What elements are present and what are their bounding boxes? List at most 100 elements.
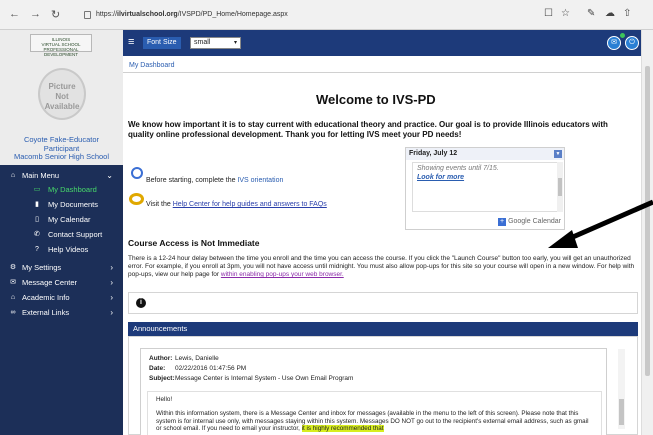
announcement-date: Date: 02/22/2016 01:47:56 PM — [149, 365, 246, 372]
announcement-subject: Subject:Message Center is Internal Syste… — [149, 375, 353, 382]
refresh-icon[interactable]: ↻ — [51, 8, 60, 21]
divider — [123, 72, 641, 73]
access-notice: There is a 12-24 hour delay between the … — [128, 255, 640, 279]
question-icon: ? — [35, 246, 39, 253]
sidebar-item-external-links[interactable]: ∞ External Links › — [0, 306, 123, 320]
chevron-right-icon: › — [110, 263, 113, 272]
announcements-panel: Author: Lewis, Danielle Date: 02/22/2016 0… — [128, 336, 638, 435]
back-icon[interactable]: ← — [9, 8, 20, 20]
sidebar-item-label: My Dashboard — [48, 185, 97, 194]
sidebar-item-academic-info[interactable]: ⌂ Academic Info › — [0, 291, 123, 305]
url-prefix: https:// — [96, 11, 118, 18]
chevron-down-icon[interactable]: ▼ — [554, 150, 562, 158]
mail-icon[interactable]: ✉ — [607, 36, 621, 50]
chevron-down-icon: ⌄ — [106, 171, 113, 180]
popup-help-link[interactable]: within enabling pop-ups your web browser… — [221, 271, 344, 278]
sidebar-item-message-center[interactable]: ✉ Message Center › — [0, 276, 123, 290]
chevron-right-icon: › — [110, 293, 113, 302]
font-size-select[interactable]: small ▾ — [190, 37, 241, 49]
plus-icon: + — [498, 218, 507, 226]
intro-text: We know how important it is to stay curr… — [128, 120, 608, 139]
reading-view-icon[interactable]: ☐ — [544, 8, 553, 19]
meta-label: Subject: — [149, 375, 175, 382]
calendar-widget: Friday, July 12 ▼ Showing events until 7… — [405, 147, 565, 230]
lifebuoy-icon — [129, 193, 144, 205]
meta-label: Author: — [149, 355, 173, 362]
sidebar-item-my-calendar[interactable]: ▯ My Calendar — [0, 213, 123, 227]
link-icon: ∞ — [10, 309, 16, 316]
user-school: Macomb Senior High School — [13, 152, 110, 161]
notification-dot — [620, 33, 625, 38]
sidebar-item-label: Academic Info — [22, 293, 70, 302]
main-navigation: ⌂ Main Menu ⌄ ▭ My Dashboard ▮ My Docume… — [0, 165, 123, 435]
announcements-header: Announcements — [128, 322, 638, 336]
sidebar-item-label: Help Videos — [48, 245, 89, 254]
page-scrollbar[interactable] — [641, 30, 653, 435]
logout-icon[interactable]: ⏻ — [625, 36, 639, 50]
message-greeting: Hello! — [156, 396, 173, 403]
orientation-text: Before starting, complete the — [146, 177, 238, 184]
announcements-scrollbar[interactable] — [618, 349, 625, 429]
calendar-header[interactable]: Friday, July 12 ▼ — [406, 148, 564, 160]
sidebar-item-my-documents[interactable]: ▮ My Documents — [0, 198, 123, 212]
avatar-text: Not — [55, 92, 69, 101]
chevron-right-icon: › — [110, 308, 113, 317]
home-icon: ⌂ — [10, 172, 16, 179]
ivs-orientation-link[interactable]: IVS orientation — [237, 177, 283, 184]
announcement-author: Author: Lewis, Danielle — [149, 355, 219, 362]
sidebar-item-main-menu[interactable]: ⌂ Main Menu ⌄ — [0, 169, 123, 183]
dashboard-icon: ▭ — [33, 186, 41, 193]
chevron-right-icon: › — [110, 278, 113, 287]
gear-icon: ⚙ — [9, 264, 17, 271]
google-calendar-button[interactable]: + Google Calendar — [498, 218, 561, 226]
info-icon: i — [136, 298, 146, 308]
page-title: Welcome to IVS-PD — [316, 92, 436, 107]
user-info: Coyote Fake-Educator Participant Macomb … — [0, 135, 123, 162]
breadcrumb[interactable]: My Dashboard — [129, 62, 175, 69]
orientation-line: Before starting, complete the IVS orient… — [146, 177, 283, 184]
announcement-card: Author: Lewis, Danielle Date: 02/22/2016 0… — [140, 348, 607, 435]
sidebar-item-help-videos[interactable]: ? Help Videos — [0, 243, 123, 257]
ivs-logo[interactable]: ILLINOIS VIRTUAL SCHOOL PROFESSIONAL DEV… — [30, 34, 92, 57]
favorite-star-icon[interactable]: ☆ — [561, 8, 570, 19]
look-for-more-link[interactable]: Look for more — [417, 173, 555, 182]
address-bar[interactable]: https://ilvirtualschool.org/IVSPD/PD_Hom… — [82, 6, 497, 24]
help-center-link[interactable]: Help Center for help guides and answers … — [173, 201, 327, 208]
info-panel: i — [128, 292, 638, 314]
sidebar-item-label: My Calendar — [48, 215, 91, 224]
scroll-thumb[interactable] — [619, 399, 624, 425]
share-icon[interactable]: ⇧ — [623, 8, 631, 19]
stopwatch-icon — [131, 167, 143, 179]
sidebar-item-label: Contact Support — [48, 230, 103, 239]
avatar-text: Available — [44, 102, 80, 111]
favorites-hub-icon[interactable]: ✎ — [587, 8, 595, 19]
sidebar-item-label: Message Center — [22, 278, 78, 287]
message-highlight: it is highly recommended that — [301, 425, 384, 433]
sidebar-item-label: External Links — [22, 308, 70, 317]
calendar-events: Showing events until 7/15. Look for more — [412, 162, 560, 212]
document-icon: ▮ — [35, 201, 39, 208]
calendar-icon: ▯ — [35, 216, 39, 223]
calendar-scrollbar[interactable] — [557, 162, 563, 212]
sidebar-item-label: My Documents — [48, 200, 99, 209]
avatar: Picture Not Available — [38, 68, 86, 120]
scroll-thumb[interactable] — [558, 178, 562, 196]
sidebar-item-label: Main Menu — [22, 171, 60, 180]
help-center-line: Visit the Help Center for help guides an… — [146, 201, 327, 208]
logo-line: PROFESSIONAL DEVELOPMENT — [43, 47, 79, 57]
events-note: Showing events until 7/15. — [417, 165, 499, 172]
forward-icon[interactable]: → — [30, 8, 41, 20]
url-host: ilvirtualschool.org — [117, 11, 178, 18]
announcement-message: Hello! Within this information system, t… — [147, 391, 602, 435]
sidebar-item-contact-support[interactable]: ✆ Contact Support — [0, 228, 123, 242]
font-size-value: small — [194, 39, 211, 46]
top-bar: ≡ Font Size small ▾ ✉ ⏻ — [123, 30, 641, 56]
sidebar-item-label: My Settings — [22, 263, 62, 272]
graduation-icon: ⌂ — [10, 294, 16, 301]
hamburger-menu-icon[interactable]: ≡ — [128, 36, 134, 48]
sidebar-item-my-settings[interactable]: ⚙ My Settings › — [0, 261, 123, 275]
sidebar-item-my-dashboard[interactable]: ▭ My Dashboard — [0, 183, 123, 197]
notes-pen-icon[interactable]: ☁ — [605, 8, 615, 19]
meta-value: Message Center is Internal System - Use … — [175, 375, 354, 382]
scroll-thumb[interactable] — [645, 66, 650, 376]
